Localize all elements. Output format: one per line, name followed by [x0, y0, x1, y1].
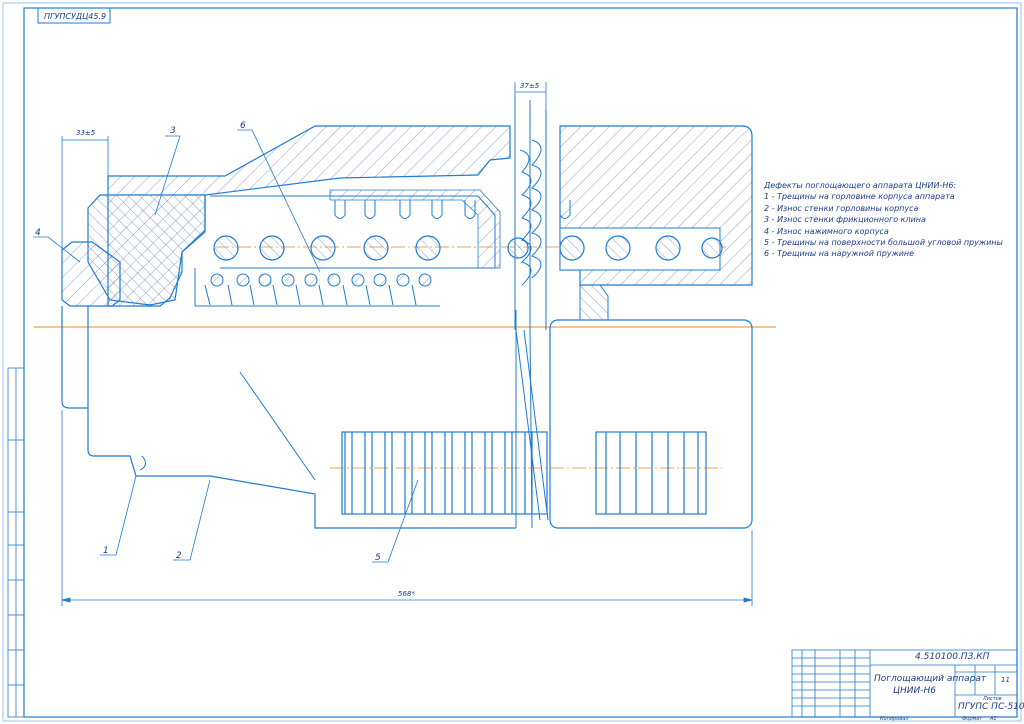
defects-legend: Дефекты поглощающего аппарата ЦНИИ-Н6: 1…: [764, 180, 1014, 260]
copied-label: Копировал: [880, 716, 909, 722]
callout-1: 1: [103, 546, 109, 556]
large-spring-right-lower: [595, 431, 707, 515]
legend-item-5: 5 - Трещины на поверхности большой углов…: [764, 238, 1003, 248]
dimension-top-label: 37±5: [520, 82, 540, 90]
sheet-outer-border: [2, 2, 1022, 722]
legend-item-6: 6 - Трещины на наружной пружине: [764, 249, 915, 259]
dimension-overall-label: 568*: [398, 590, 415, 598]
callout-4: 4: [35, 228, 41, 238]
format-label: Формат: [962, 716, 983, 722]
organization: ПГУПС ПС-510: [958, 702, 1024, 712]
vertical-springs-top: [514, 95, 547, 330]
right-block-lower-cap: [579, 284, 609, 321]
format-value: А1: [990, 716, 997, 722]
housing-lower-outline: [61, 306, 516, 529]
left-stamp-strip: [7, 367, 25, 718]
crack-mark-1: [139, 455, 146, 471]
drawing-title-line2: ЦНИИ-Н6: [893, 686, 936, 696]
callout-3: 3: [170, 126, 176, 136]
housing-inner-wall: [210, 195, 496, 269]
callout-2: 2: [176, 551, 182, 561]
drawing-title-line1: Поглощающий аппарат: [874, 674, 987, 684]
top-stamp-text: ПГУПСУДЦ45.9: [44, 12, 106, 21]
dimension-left-label: 33±5: [76, 129, 96, 137]
drawing-sheet: ПГУПСУДЦ45.9 568* 33±5 37±5 1 2 3 4 5 6 …: [0, 0, 1024, 724]
housing-spring-arcs: [334, 200, 571, 219]
legend-item-3: 3 - Износ стенки фрикционного клина: [764, 215, 926, 225]
doc-code: 4.510100.ПЗ.КП: [915, 652, 990, 662]
inner-spring-coils-upper: [210, 273, 432, 287]
legend-item-4: 4 - Износ нажимного корпуса: [764, 226, 889, 236]
wedge-lower-line: [239, 371, 316, 481]
technical-drawing: ПГУПСУДЦ45.9 568* 33±5 37±5 1 2 3 4 5 6: [2, 2, 1022, 722]
right-block-lower: [549, 319, 753, 529]
sheet-number: 11: [1001, 676, 1010, 684]
callout-5: 5: [375, 553, 381, 563]
dimension-overall: [61, 410, 753, 606]
legend-title: Дефекты поглощающего аппарата ЦНИИ-Н6:: [764, 181, 957, 190]
legend-item-2: 2 - Износ стенки горловины корпуса: [764, 203, 919, 213]
callout-6: 6: [240, 121, 246, 131]
legend-item-1: 1 - Трещины на горловине корпуса аппарат…: [764, 192, 955, 202]
